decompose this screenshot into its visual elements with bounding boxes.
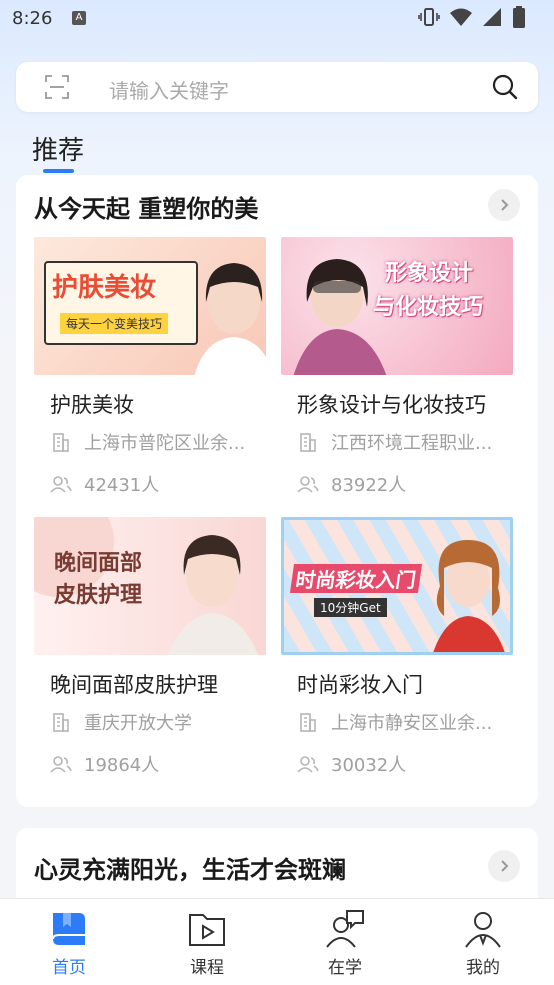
course-thumbnail[interactable]: 护肤美妆 每天一个变美技巧 [34, 237, 266, 375]
users-icon [50, 473, 72, 495]
search-input[interactable]: 请输入关键字 [109, 75, 229, 104]
nav-label: 首页 [52, 958, 86, 978]
thumb-title: 形象设计 [385, 261, 474, 286]
search-bar[interactable]: 请输入关键字 [16, 62, 538, 112]
nav-label: 课程 [190, 958, 224, 978]
users-icon [50, 753, 72, 775]
thumb-title: 晚间面部 [54, 551, 143, 576]
course-card[interactable]: 晚间面部 皮肤护理 晚间面部皮肤护理 重庆开放大学 19864人 [34, 517, 266, 777]
vibrate-icon [418, 8, 440, 26]
course-school: 重庆开放大学 [50, 709, 192, 735]
course-school: 江西环境工程职业... [297, 429, 492, 455]
chevron-right-icon [501, 199, 509, 211]
course-title[interactable]: 时尚彩妆入门 [297, 669, 423, 699]
learner-count: 83922人 [331, 475, 407, 496]
learner-count: 19864人 [84, 755, 160, 776]
building-icon [297, 431, 319, 453]
school-name: 重庆开放大学 [84, 713, 192, 734]
video-folder-icon [189, 914, 225, 946]
section-more-button[interactable] [488, 189, 520, 221]
bottom-navigation: 首页 课程 在学 我的 [0, 898, 554, 985]
nav-courses[interactable]: 课程 [138, 899, 276, 985]
course-learner-count: 83922人 [297, 471, 406, 497]
course-school: 上海市普陀区业余... [50, 429, 245, 455]
building-icon [297, 711, 319, 733]
nav-learning[interactable]: 在学 [276, 899, 414, 985]
section-more-button[interactable] [488, 850, 520, 882]
tab-recommend[interactable]: 推荐 [32, 130, 84, 167]
notification-a-icon: A [72, 11, 86, 25]
section-title: 心灵充满阳光，生活才会斑斓 [34, 856, 346, 884]
users-icon [297, 753, 319, 775]
school-name: 江西环境工程职业... [331, 433, 493, 454]
model-portrait [293, 259, 387, 375]
tab-underline [43, 169, 74, 173]
model-portrait [433, 540, 505, 652]
course-title[interactable]: 晚间面部皮肤护理 [50, 669, 218, 699]
building-icon [50, 431, 72, 453]
learner-count: 30032人 [331, 755, 407, 776]
learner-count: 42431人 [84, 475, 160, 496]
status-icons [418, 6, 526, 28]
signal-icon [483, 8, 501, 26]
building-icon [50, 711, 72, 733]
course-learner-count: 42431人 [50, 471, 159, 497]
thumb-title: 护肤美妆 [52, 273, 157, 303]
course-thumbnail[interactable]: 晚间面部 皮肤护理 [34, 517, 266, 655]
search-icon[interactable] [492, 74, 518, 100]
section-title: 从今天起 重塑你的美 [34, 195, 259, 223]
chevron-right-icon [501, 860, 509, 872]
thumb-title-line2: 皮肤护理 [54, 583, 143, 608]
nav-home[interactable]: 首页 [0, 899, 138, 985]
nav-label: 在学 [328, 958, 362, 978]
battery-icon [513, 6, 525, 28]
course-learner-count: 19864人 [50, 751, 159, 777]
book-icon [52, 913, 85, 945]
school-name: 上海市普陀区业余... [84, 433, 246, 454]
course-card[interactable]: 护肤美妆 每天一个变美技巧 护肤美妆 上海市普陀区业余... 42431人 [34, 237, 266, 497]
user-chat-icon [326, 910, 364, 948]
status-time: 8:26 [12, 8, 53, 29]
course-card[interactable]: 形象设计 与化妆技巧 形象设计与化妆技巧 江西环境工程职业... 83922人 [281, 237, 513, 497]
thumb-subtitle: 10分钟Get [314, 598, 387, 617]
course-card[interactable]: 时尚彩妆入门 10分钟Get 时尚彩妆入门 上海市静安区业余... 30032人 [281, 517, 513, 777]
course-learner-count: 30032人 [297, 751, 406, 777]
course-section-card: 从今天起 重塑你的美 护肤美妆 每天一个变美技巧 护肤美妆 上海市普陀区业余..… [16, 175, 538, 807]
status-bar: 8:26 A [0, 0, 554, 40]
course-title[interactable]: 形象设计与化妆技巧 [297, 389, 486, 419]
nav-profile[interactable]: 我的 [414, 899, 552, 985]
model-portrait [168, 535, 258, 655]
nav-label: 我的 [466, 958, 500, 978]
wifi-icon [450, 8, 472, 26]
thumb-title: 时尚彩妆入门 [289, 564, 423, 593]
model-portrait [194, 263, 266, 375]
users-icon [297, 473, 319, 495]
course-school: 上海市静安区业余... [297, 709, 492, 735]
course-thumbnail[interactable]: 形象设计 与化妆技巧 [281, 237, 513, 375]
course-title[interactable]: 护肤美妆 [50, 389, 134, 419]
thumb-subtitle: 每天一个变美技巧 [60, 313, 169, 334]
scan-icon[interactable] [45, 75, 69, 99]
school-name: 上海市静安区业余... [331, 713, 493, 734]
course-thumbnail[interactable]: 时尚彩妆入门 10分钟Get [281, 517, 513, 655]
user-profile-icon [465, 912, 501, 948]
